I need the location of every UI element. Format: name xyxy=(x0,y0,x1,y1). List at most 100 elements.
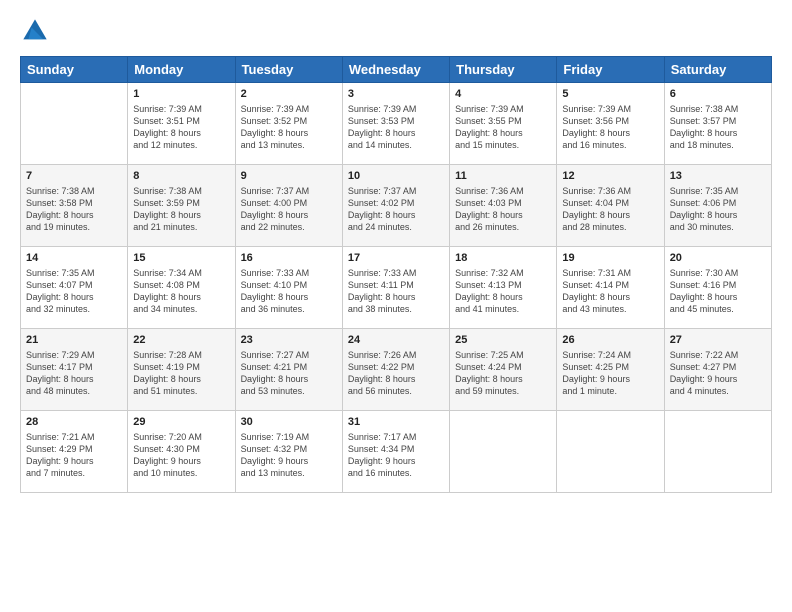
day-number: 18 xyxy=(455,251,551,266)
calendar-day-cell: 19Sunrise: 7:31 AM Sunset: 4:14 PM Dayli… xyxy=(557,247,664,329)
calendar-day-cell: 16Sunrise: 7:33 AM Sunset: 4:10 PM Dayli… xyxy=(235,247,342,329)
page-header xyxy=(20,16,772,46)
calendar-day-cell: 4Sunrise: 7:39 AM Sunset: 3:55 PM Daylig… xyxy=(450,83,557,165)
day-number: 3 xyxy=(348,87,444,102)
day-number: 19 xyxy=(562,251,658,266)
calendar-day-cell: 23Sunrise: 7:27 AM Sunset: 4:21 PM Dayli… xyxy=(235,329,342,411)
day-info: Sunrise: 7:36 AM Sunset: 4:04 PM Dayligh… xyxy=(562,185,658,234)
day-info: Sunrise: 7:37 AM Sunset: 4:00 PM Dayligh… xyxy=(241,185,337,234)
day-info: Sunrise: 7:39 AM Sunset: 3:56 PM Dayligh… xyxy=(562,103,658,152)
weekday-header: Wednesday xyxy=(342,57,449,83)
day-number: 20 xyxy=(670,251,766,266)
day-info: Sunrise: 7:30 AM Sunset: 4:16 PM Dayligh… xyxy=(670,267,766,316)
day-info: Sunrise: 7:31 AM Sunset: 4:14 PM Dayligh… xyxy=(562,267,658,316)
day-number: 1 xyxy=(133,87,229,102)
day-info: Sunrise: 7:36 AM Sunset: 4:03 PM Dayligh… xyxy=(455,185,551,234)
day-number: 11 xyxy=(455,169,551,184)
day-info: Sunrise: 7:34 AM Sunset: 4:08 PM Dayligh… xyxy=(133,267,229,316)
day-info: Sunrise: 7:21 AM Sunset: 4:29 PM Dayligh… xyxy=(26,431,122,480)
calendar-day-cell: 27Sunrise: 7:22 AM Sunset: 4:27 PM Dayli… xyxy=(664,329,771,411)
logo xyxy=(20,16,54,46)
day-number: 21 xyxy=(26,333,122,348)
calendar-day-cell: 2Sunrise: 7:39 AM Sunset: 3:52 PM Daylig… xyxy=(235,83,342,165)
weekday-header: Sunday xyxy=(21,57,128,83)
day-number: 14 xyxy=(26,251,122,266)
day-info: Sunrise: 7:35 AM Sunset: 4:06 PM Dayligh… xyxy=(670,185,766,234)
day-number: 13 xyxy=(670,169,766,184)
calendar-day-cell: 15Sunrise: 7:34 AM Sunset: 4:08 PM Dayli… xyxy=(128,247,235,329)
weekday-header: Thursday xyxy=(450,57,557,83)
weekday-header: Saturday xyxy=(664,57,771,83)
calendar-day-cell: 31Sunrise: 7:17 AM Sunset: 4:34 PM Dayli… xyxy=(342,411,449,493)
calendar-day-cell: 21Sunrise: 7:29 AM Sunset: 4:17 PM Dayli… xyxy=(21,329,128,411)
calendar-day-cell: 17Sunrise: 7:33 AM Sunset: 4:11 PM Dayli… xyxy=(342,247,449,329)
calendar-day-cell: 20Sunrise: 7:30 AM Sunset: 4:16 PM Dayli… xyxy=(664,247,771,329)
day-number: 24 xyxy=(348,333,444,348)
calendar-day-cell: 5Sunrise: 7:39 AM Sunset: 3:56 PM Daylig… xyxy=(557,83,664,165)
day-info: Sunrise: 7:19 AM Sunset: 4:32 PM Dayligh… xyxy=(241,431,337,480)
day-number: 8 xyxy=(133,169,229,184)
day-number: 17 xyxy=(348,251,444,266)
day-info: Sunrise: 7:22 AM Sunset: 4:27 PM Dayligh… xyxy=(670,349,766,398)
day-info: Sunrise: 7:37 AM Sunset: 4:02 PM Dayligh… xyxy=(348,185,444,234)
calendar-week-row: 14Sunrise: 7:35 AM Sunset: 4:07 PM Dayli… xyxy=(21,247,772,329)
calendar-day-cell: 18Sunrise: 7:32 AM Sunset: 4:13 PM Dayli… xyxy=(450,247,557,329)
weekday-header: Tuesday xyxy=(235,57,342,83)
day-info: Sunrise: 7:38 AM Sunset: 3:58 PM Dayligh… xyxy=(26,185,122,234)
day-number: 15 xyxy=(133,251,229,266)
calendar-table: SundayMondayTuesdayWednesdayThursdayFrid… xyxy=(20,56,772,493)
day-number: 9 xyxy=(241,169,337,184)
calendar-week-row: 28Sunrise: 7:21 AM Sunset: 4:29 PM Dayli… xyxy=(21,411,772,493)
day-info: Sunrise: 7:20 AM Sunset: 4:30 PM Dayligh… xyxy=(133,431,229,480)
day-info: Sunrise: 7:39 AM Sunset: 3:52 PM Dayligh… xyxy=(241,103,337,152)
logo-icon xyxy=(20,16,50,46)
calendar-day-cell: 29Sunrise: 7:20 AM Sunset: 4:30 PM Dayli… xyxy=(128,411,235,493)
calendar-day-cell: 6Sunrise: 7:38 AM Sunset: 3:57 PM Daylig… xyxy=(664,83,771,165)
calendar-week-row: 1Sunrise: 7:39 AM Sunset: 3:51 PM Daylig… xyxy=(21,83,772,165)
day-number: 7 xyxy=(26,169,122,184)
day-info: Sunrise: 7:27 AM Sunset: 4:21 PM Dayligh… xyxy=(241,349,337,398)
calendar-day-cell: 26Sunrise: 7:24 AM Sunset: 4:25 PM Dayli… xyxy=(557,329,664,411)
day-number: 23 xyxy=(241,333,337,348)
day-info: Sunrise: 7:39 AM Sunset: 3:51 PM Dayligh… xyxy=(133,103,229,152)
calendar-day-cell xyxy=(21,83,128,165)
day-number: 26 xyxy=(562,333,658,348)
day-number: 10 xyxy=(348,169,444,184)
day-number: 22 xyxy=(133,333,229,348)
calendar-day-cell: 28Sunrise: 7:21 AM Sunset: 4:29 PM Dayli… xyxy=(21,411,128,493)
calendar-day-cell: 9Sunrise: 7:37 AM Sunset: 4:00 PM Daylig… xyxy=(235,165,342,247)
day-number: 4 xyxy=(455,87,551,102)
day-info: Sunrise: 7:33 AM Sunset: 4:10 PM Dayligh… xyxy=(241,267,337,316)
day-info: Sunrise: 7:33 AM Sunset: 4:11 PM Dayligh… xyxy=(348,267,444,316)
day-info: Sunrise: 7:29 AM Sunset: 4:17 PM Dayligh… xyxy=(26,349,122,398)
day-number: 16 xyxy=(241,251,337,266)
day-info: Sunrise: 7:39 AM Sunset: 3:55 PM Dayligh… xyxy=(455,103,551,152)
day-info: Sunrise: 7:32 AM Sunset: 4:13 PM Dayligh… xyxy=(455,267,551,316)
calendar-day-cell: 30Sunrise: 7:19 AM Sunset: 4:32 PM Dayli… xyxy=(235,411,342,493)
calendar-day-cell xyxy=(557,411,664,493)
day-number: 29 xyxy=(133,415,229,430)
day-info: Sunrise: 7:26 AM Sunset: 4:22 PM Dayligh… xyxy=(348,349,444,398)
calendar-day-cell xyxy=(664,411,771,493)
calendar-day-cell: 12Sunrise: 7:36 AM Sunset: 4:04 PM Dayli… xyxy=(557,165,664,247)
day-number: 31 xyxy=(348,415,444,430)
day-number: 12 xyxy=(562,169,658,184)
weekday-header: Monday xyxy=(128,57,235,83)
calendar-day-cell: 8Sunrise: 7:38 AM Sunset: 3:59 PM Daylig… xyxy=(128,165,235,247)
day-number: 5 xyxy=(562,87,658,102)
calendar-day-cell: 22Sunrise: 7:28 AM Sunset: 4:19 PM Dayli… xyxy=(128,329,235,411)
calendar-day-cell: 1Sunrise: 7:39 AM Sunset: 3:51 PM Daylig… xyxy=(128,83,235,165)
day-number: 28 xyxy=(26,415,122,430)
day-info: Sunrise: 7:35 AM Sunset: 4:07 PM Dayligh… xyxy=(26,267,122,316)
calendar-day-cell: 7Sunrise: 7:38 AM Sunset: 3:58 PM Daylig… xyxy=(21,165,128,247)
calendar-day-cell: 14Sunrise: 7:35 AM Sunset: 4:07 PM Dayli… xyxy=(21,247,128,329)
day-info: Sunrise: 7:24 AM Sunset: 4:25 PM Dayligh… xyxy=(562,349,658,398)
day-info: Sunrise: 7:38 AM Sunset: 3:57 PM Dayligh… xyxy=(670,103,766,152)
weekday-header: Friday xyxy=(557,57,664,83)
calendar-day-cell xyxy=(450,411,557,493)
calendar-day-cell: 25Sunrise: 7:25 AM Sunset: 4:24 PM Dayli… xyxy=(450,329,557,411)
day-info: Sunrise: 7:38 AM Sunset: 3:59 PM Dayligh… xyxy=(133,185,229,234)
calendar-week-row: 21Sunrise: 7:29 AM Sunset: 4:17 PM Dayli… xyxy=(21,329,772,411)
calendar-week-row: 7Sunrise: 7:38 AM Sunset: 3:58 PM Daylig… xyxy=(21,165,772,247)
day-number: 6 xyxy=(670,87,766,102)
